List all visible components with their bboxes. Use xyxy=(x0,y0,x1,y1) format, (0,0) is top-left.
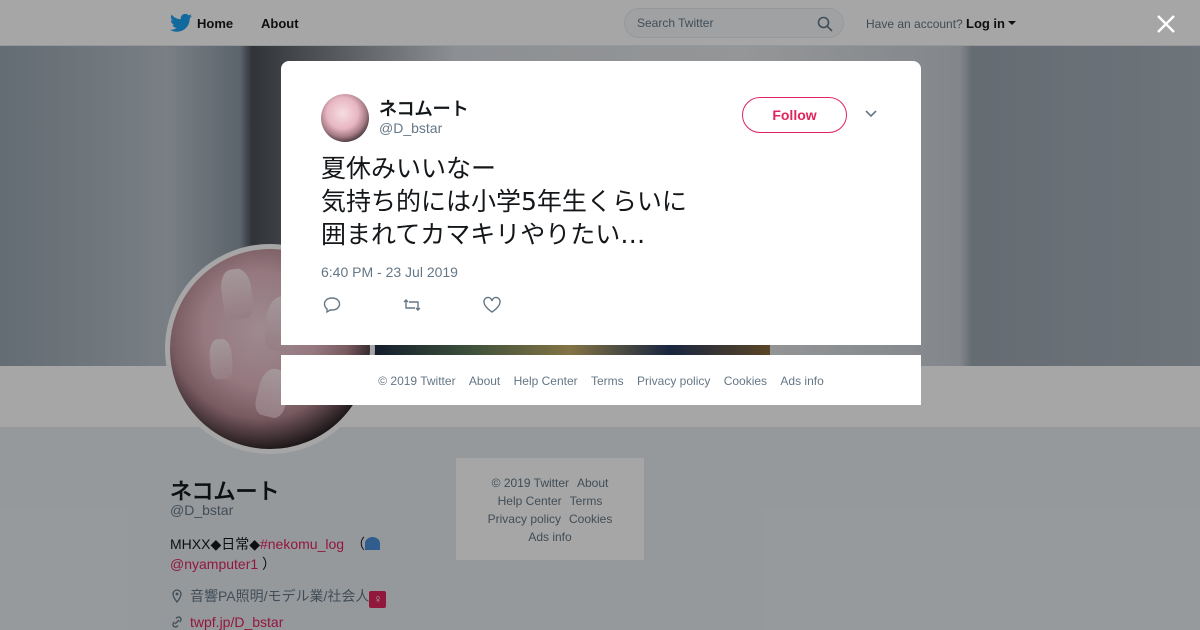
modal-footer-ads-link[interactable]: Ads info xyxy=(780,374,823,388)
like-icon[interactable] xyxy=(482,296,502,314)
modal-footer-terms-link[interactable]: Terms xyxy=(591,374,624,388)
close-icon[interactable] xyxy=(1154,12,1178,36)
tweet-modal: ネコムート @D_bstar Follow 夏休みいいなー 気持ち的には小学5年… xyxy=(281,61,921,345)
tweet-author-handle[interactable]: @D_bstar xyxy=(379,120,442,136)
modal-footer-cookies-link[interactable]: Cookies xyxy=(724,374,767,388)
chevron-down-icon[interactable] xyxy=(864,109,878,119)
tweet-author-name[interactable]: ネコムート xyxy=(379,95,469,121)
modal-footer-copyright: © 2019 Twitter xyxy=(378,374,456,388)
retweet-icon[interactable] xyxy=(402,296,422,314)
modal-footer-privacy-link[interactable]: Privacy policy xyxy=(637,374,710,388)
tweet-timestamp[interactable]: 6:40 PM - 23 Jul 2019 xyxy=(321,264,458,280)
modal-footer: © 2019 Twitter About Help Center Terms P… xyxy=(281,355,921,405)
reply-icon[interactable] xyxy=(322,296,342,314)
tweet-author-avatar[interactable] xyxy=(321,94,369,142)
tweet-text: 夏休みいいなー 気持ち的には小学5年生くらいに 囲まれてカマキリやりたい… xyxy=(321,154,687,249)
modal-footer-help-link[interactable]: Help Center xyxy=(514,374,578,388)
follow-button[interactable]: Follow xyxy=(742,97,847,133)
modal-footer-about-link[interactable]: About xyxy=(469,374,500,388)
